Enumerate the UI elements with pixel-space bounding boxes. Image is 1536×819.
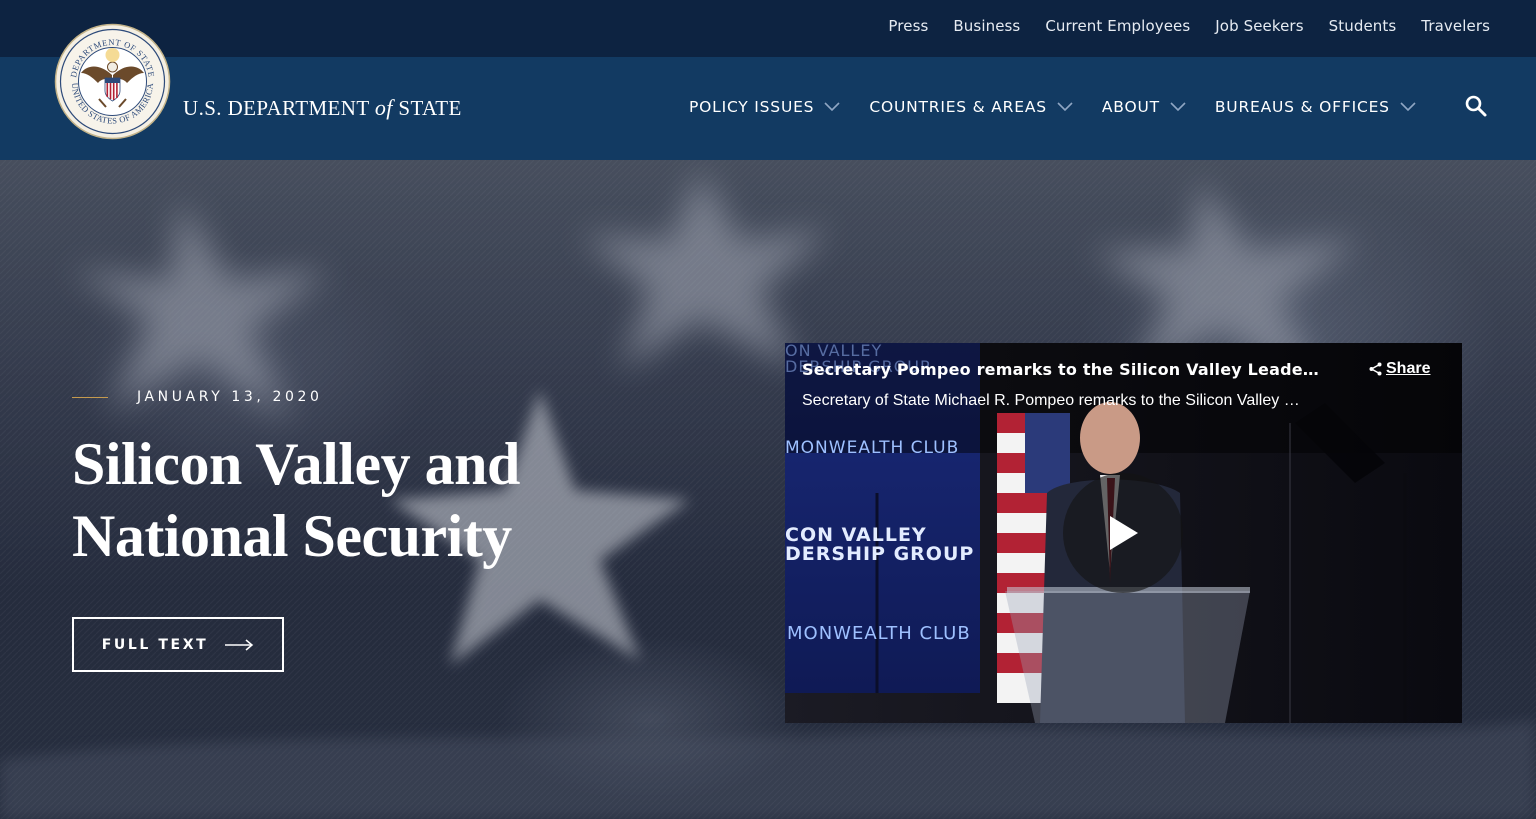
play-button[interactable]: [1063, 473, 1183, 593]
video-title[interactable]: Secretary Pompeo remarks to the Silicon …: [802, 360, 1322, 379]
chevron-down-icon: [824, 102, 840, 112]
chevron-down-icon: [1057, 102, 1073, 112]
brand-prefix: U.S. DEPARTMENT: [183, 96, 375, 120]
video-sign-text: MONWEALTH CLUB: [785, 438, 960, 458]
brand-suffix: STATE: [392, 96, 462, 120]
full-text-label: FULL TEXT: [101, 636, 209, 653]
utility-link-current-employees[interactable]: Current Employees: [1045, 17, 1190, 35]
nav-item-about[interactable]: ABOUT: [1102, 98, 1186, 116]
video-sign-text: DERSHIP GROUP: [785, 543, 975, 565]
hero-banner: JANUARY 13, 2020 Silicon Valley and Nati…: [0, 160, 1536, 819]
headline-line-1: Silicon Valley and: [72, 431, 520, 497]
site-brand[interactable]: U.S. DEPARTMENT of STATE: [183, 95, 462, 121]
video-sign-text: MONWEALTH CLUB: [787, 623, 971, 644]
full-text-button[interactable]: FULL TEXT: [72, 617, 284, 672]
utility-link-travelers[interactable]: Travelers: [1421, 17, 1490, 35]
nav-item-policy-issues[interactable]: POLICY ISSUES: [689, 98, 840, 116]
nav-label: POLICY ISSUES: [689, 98, 815, 116]
seal-icon[interactable]: DEPARTMENT OF STATE UNITED STATES OF AME…: [54, 23, 171, 140]
nav-label: BUREAUS & OFFICES: [1214, 98, 1390, 116]
nav-item-countries-areas[interactable]: COUNTRIES & AREAS: [869, 98, 1073, 116]
utility-link-job-seekers[interactable]: Job Seekers: [1215, 17, 1303, 35]
main-nav: POLICY ISSUES COUNTRIES & AREAS ABOUT BU…: [689, 98, 1416, 116]
share-icon: [1369, 362, 1382, 376]
date-divider: [72, 396, 108, 398]
share-button[interactable]: Share: [1369, 360, 1430, 378]
date-text: JANUARY 13, 2020: [137, 389, 323, 405]
arrow-right-icon: [225, 638, 254, 651]
nav-item-bureaus-offices[interactable]: BUREAUS & OFFICES: [1215, 98, 1416, 116]
nav-label: COUNTRIES & AREAS: [869, 98, 1047, 116]
video-player[interactable]: ON VALLEY DERSHIP GROUP MONWEALTH CLUB C…: [785, 343, 1462, 723]
brand-of: of: [374, 95, 393, 120]
video-description: Secretary of State Michael R. Pompeo rem…: [802, 392, 1302, 409]
chevron-down-icon: [1170, 102, 1186, 112]
search-icon[interactable]: [1464, 94, 1488, 118]
utility-link-press[interactable]: Press: [888, 17, 928, 35]
share-label: Share: [1386, 360, 1431, 377]
chevron-down-icon: [1400, 102, 1416, 112]
utility-bar: Press Business Current Employees Job See…: [0, 0, 1536, 57]
nav-label: ABOUT: [1101, 98, 1160, 116]
play-icon: [1110, 516, 1138, 550]
utility-link-students[interactable]: Students: [1329, 17, 1397, 35]
hero-headline: Silicon Valley and National Security: [72, 428, 592, 572]
article-date: JANUARY 13, 2020: [72, 389, 323, 405]
utility-link-business[interactable]: Business: [953, 17, 1020, 35]
utility-nav: Press Business Current Employees Job See…: [888, 17, 1490, 35]
headline-line-2: National Security: [72, 503, 512, 569]
